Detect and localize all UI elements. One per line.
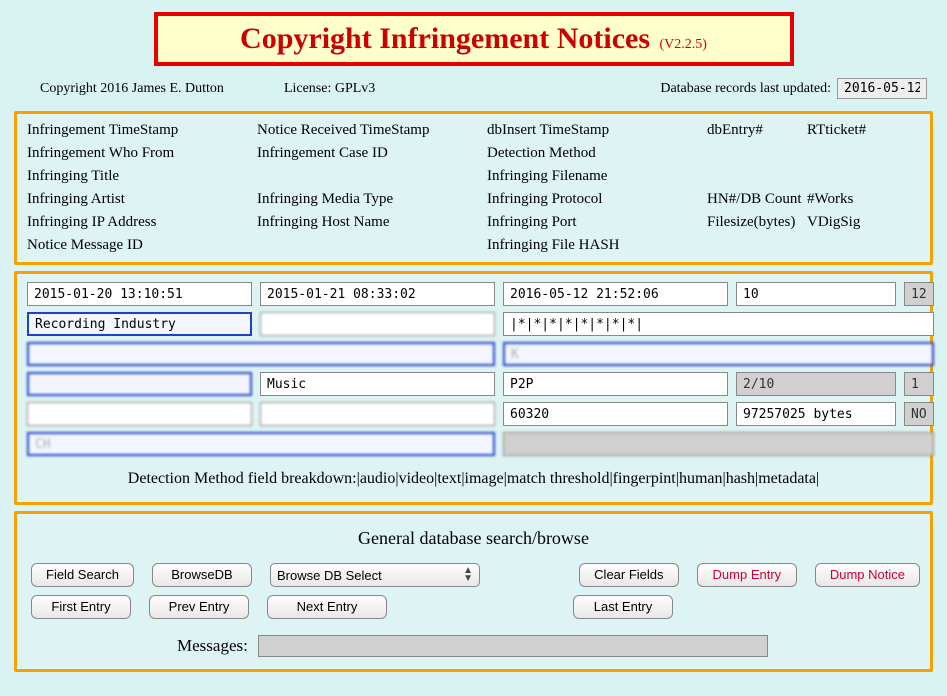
label-notice-ts: Notice Received TimeStamp xyxy=(257,122,487,139)
search-panel: General database search/browse Field Sea… xyxy=(14,511,933,672)
hostname-input[interactable] xyxy=(260,402,495,426)
works-output xyxy=(904,372,934,396)
msg-id-input[interactable] xyxy=(27,432,495,456)
dump-entry-button[interactable]: Dump Entry xyxy=(697,563,797,587)
app-version: (V2.2.5) xyxy=(660,37,707,52)
prev-entry-button[interactable]: Prev Entry xyxy=(149,595,249,619)
dump-notice-button[interactable]: Dump Notice xyxy=(815,563,920,587)
form-panel: Detection Method field breakdown:|audio|… xyxy=(14,271,933,505)
app-title: Copyright Infringement Notices xyxy=(240,22,650,55)
detection-input[interactable] xyxy=(503,312,934,336)
meta-row: Copyright 2016 James E. Dutton License: … xyxy=(20,78,927,99)
browse-db-select[interactable]: Browse DB Select ▲▼ xyxy=(270,563,480,587)
notice-ts-input[interactable] xyxy=(260,282,495,306)
next-entry-button[interactable]: Next Entry xyxy=(267,595,387,619)
updated-label: Database records last updated: xyxy=(660,81,831,97)
artist-input[interactable] xyxy=(27,372,252,396)
infringe-ts-input[interactable] xyxy=(27,282,252,306)
label-msg-id: Notice Message ID xyxy=(27,237,257,254)
detection-breakdown-text: Detection Method field breakdown:|audio|… xyxy=(27,470,920,488)
copyright-text: Copyright 2016 James E. Dutton xyxy=(40,81,224,97)
label-artist: Infringing Artist xyxy=(27,191,257,208)
filesize-input[interactable] xyxy=(736,402,896,426)
label-port: Infringing Port xyxy=(487,214,707,231)
messages-output xyxy=(258,635,768,657)
file-hash-output xyxy=(503,432,934,456)
who-from-input[interactable] xyxy=(27,312,252,336)
rtticket-output xyxy=(904,282,934,306)
protocol-input[interactable] xyxy=(503,372,728,396)
title-banner: Copyright Infringement Notices (V2.2.5) xyxy=(154,12,794,66)
browse-db-select-label: Browse DB Select xyxy=(277,568,382,583)
label-dbentry: dbEntry# xyxy=(707,122,807,139)
dbinsert-ts-input[interactable] xyxy=(503,282,728,306)
first-entry-button[interactable]: First Entry xyxy=(31,595,131,619)
label-vdigsig: VDigSig xyxy=(807,214,907,231)
label-infringe-ts: Infringement TimeStamp xyxy=(27,122,257,139)
select-arrows-icon: ▲▼ xyxy=(463,567,473,583)
label-rtticket: RTticket# xyxy=(807,122,907,139)
dbentry-input[interactable] xyxy=(736,282,896,306)
clear-fields-button[interactable]: Clear Fields xyxy=(579,563,679,587)
label-filesize: Filesize(bytes) xyxy=(707,214,807,231)
label-case-id: Infringement Case ID xyxy=(257,145,487,162)
label-works: #Works xyxy=(807,191,907,208)
license-text: License: GPLv3 xyxy=(284,81,375,97)
media-type-input[interactable] xyxy=(260,372,495,396)
label-dbinsert-ts: dbInsert TimeStamp xyxy=(487,122,707,139)
last-entry-button[interactable]: Last Entry xyxy=(573,595,673,619)
browse-db-button[interactable]: BrowseDB xyxy=(152,563,252,587)
updated-date-field[interactable] xyxy=(837,78,927,99)
port-input[interactable] xyxy=(503,402,728,426)
label-title: Infringing Title xyxy=(27,168,257,185)
label-who-from: Infringement Who From xyxy=(27,145,257,162)
search-title: General database search/browse xyxy=(27,528,920,549)
hn-db-count-output xyxy=(736,372,896,396)
case-id-input[interactable] xyxy=(260,312,495,336)
title-input[interactable] xyxy=(27,342,495,366)
label-filename: Infringing Filename xyxy=(487,168,707,185)
label-hn-db-count: HN#/DB Count xyxy=(707,191,807,208)
label-protocol: Infringing Protocol xyxy=(487,191,707,208)
label-detection: Detection Method xyxy=(487,145,707,162)
label-media-type: Infringing Media Type xyxy=(257,191,487,208)
ip-input[interactable] xyxy=(27,402,252,426)
filename-input[interactable] xyxy=(503,342,934,366)
label-ip: Infringing IP Address xyxy=(27,214,257,231)
label-hostname: Infringing Host Name xyxy=(257,214,487,231)
field-search-button[interactable]: Field Search xyxy=(31,563,134,587)
vdigsig-output xyxy=(904,402,934,426)
labels-panel: Infringement TimeStamp Notice Received T… xyxy=(14,111,933,265)
label-file-hash: Infringing File HASH xyxy=(487,237,707,254)
messages-label: Messages: xyxy=(177,636,248,656)
